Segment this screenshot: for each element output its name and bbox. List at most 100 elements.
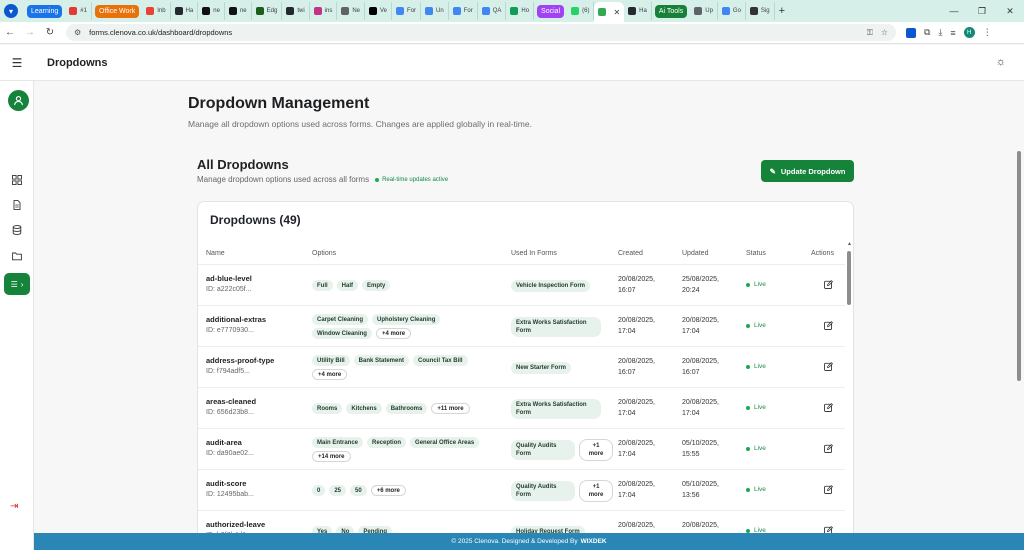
browser-tab[interactable]: For <box>449 2 478 20</box>
tab-search-icon[interactable]: ▾ <box>4 4 18 18</box>
menu-icon[interactable]: ☰ <box>0 56 34 70</box>
browser-tab[interactable]: (6) <box>567 2 595 20</box>
edit-icon[interactable] <box>823 484 834 495</box>
reload-icon[interactable]: ↻ <box>40 27 60 38</box>
option-chip: 25 <box>329 485 347 496</box>
site-info-icon[interactable]: ⚙ <box>74 28 81 37</box>
user-avatar[interactable] <box>8 90 29 111</box>
new-tab-icon[interactable]: + <box>779 5 785 17</box>
edit-icon[interactable] <box>823 279 834 290</box>
tab-group-social[interactable]: Social <box>537 4 565 18</box>
minimize-icon[interactable]: — <box>940 6 968 16</box>
options-cell: Utility Bill Bank Statement Council Tax Bi… <box>312 347 502 388</box>
url-text[interactable]: forms.clenova.co.uk/dashboard/dropdowns <box>89 28 859 37</box>
download-icon[interactable]: ⤓ <box>938 27 942 38</box>
browser-tab[interactable]: ne <box>198 2 225 20</box>
back-icon[interactable]: ← <box>0 27 20 38</box>
edit-icon[interactable] <box>823 361 834 372</box>
folder-icon <box>12 252 22 261</box>
browser-tab[interactable]: Sig <box>746 2 775 20</box>
created-date-text: 20/08/2025, <box>618 440 655 447</box>
browser-tab[interactable]: Edg <box>252 2 283 20</box>
updated-date-text: 20/08/2025, <box>682 358 719 365</box>
browser-tab[interactable]: #1 <box>65 2 92 20</box>
logout-icon[interactable]: ⇥ <box>10 501 18 512</box>
tab-group-ai-tools[interactable]: Ai Tools <box>654 4 688 18</box>
status-text: Live <box>754 281 766 288</box>
table-row[interactable]: audit-score ID: 12495bab... 0 25 50 +6 more Qu… <box>198 470 845 511</box>
more-options-chip[interactable]: +4 more <box>312 369 348 380</box>
status-badge: Live <box>746 363 766 370</box>
options-cell: Full Half Empty <box>312 265 502 306</box>
page-scrollbar[interactable] <box>1016 81 1022 498</box>
table-row[interactable]: ad-blue-level ID: a222c05f... Full Half Empt… <box>198 265 845 306</box>
more-options-chip[interactable]: +4 more <box>375 328 412 339</box>
table-row[interactable]: address-proof-type ID: f794adf5... Utility… <box>198 347 845 388</box>
forward-icon[interactable]: → <box>20 27 40 38</box>
browser-tab[interactable]: Up <box>690 2 718 20</box>
tab-group-learning[interactable]: Learning <box>27 4 63 18</box>
profile-avatar[interactable]: H <box>963 27 975 38</box>
key-icon[interactable]: ⚿ <box>867 28 873 38</box>
browser-tab[interactable]: QA <box>478 2 507 20</box>
browser-tab[interactable]: Un <box>421 2 449 20</box>
more-options-chip[interactable]: +11 more <box>431 403 470 414</box>
sidebar-item-files[interactable] <box>9 248 25 264</box>
browser-tab[interactable]: Ha <box>624 2 652 20</box>
browser-tab[interactable]: ins <box>310 2 338 20</box>
option-chip: Half <box>336 280 359 291</box>
table-row[interactable]: additional-extras ID: e7770930... Carpet C… <box>198 306 845 347</box>
update-dropdown-button[interactable]: ✎ Update Dropdown <box>761 160 854 182</box>
footer-brand[interactable]: WIXDEK <box>581 538 607 545</box>
edit-icon[interactable] <box>823 443 834 454</box>
browser-tab[interactable]: ne <box>225 2 252 20</box>
column-header-options: Options <box>312 250 337 257</box>
used-in-forms-cell: Holiday Request Form <box>511 511 613 534</box>
close-window-icon[interactable]: ✕ <box>996 6 1024 17</box>
puzzle-icon[interactable]: ⧉ <box>924 27 930 38</box>
created-time-text: 17:04 <box>618 328 636 335</box>
browser-tab-active[interactable]: ✕ <box>594 2 625 22</box>
browser-tab[interactable]: Ve <box>365 2 393 20</box>
youtube-icon <box>69 7 78 15</box>
media-icon[interactable]: ≡ <box>950 28 955 38</box>
column-header-updated: Updated <box>682 250 709 257</box>
browser-menu-icon[interactable]: ⋮ <box>983 27 992 38</box>
table-scrollbar-thumb[interactable] <box>847 251 851 305</box>
url-input[interactable]: ⚙ forms.clenova.co.uk/dashboard/dropdown… <box>66 24 896 41</box>
browser-tab[interactable]: Ne <box>337 2 366 20</box>
more-options-chip[interactable]: +14 more <box>312 451 351 462</box>
extension-icon[interactable] <box>906 27 916 38</box>
status-text: Live <box>754 322 766 329</box>
browser-tab[interactable]: Ho <box>506 2 535 20</box>
bookmark-star-icon[interactable]: ☆ <box>881 28 888 37</box>
close-tab-icon[interactable]: ✕ <box>613 8 620 17</box>
sun-icon[interactable]: ☼ <box>996 56 1006 68</box>
browser-tab[interactable]: Ha <box>171 2 199 20</box>
sidebar-item-data[interactable] <box>9 222 25 238</box>
browser-tab[interactable]: Go <box>718 2 746 20</box>
more-forms-chip[interactable]: +1 more <box>579 438 613 461</box>
table-row[interactable]: authorized-leaveID: b2f6b4d1...YesNoPend… <box>198 511 845 534</box>
more-options-chip[interactable]: +6 more <box>370 485 406 496</box>
sidebar-item-forms[interactable] <box>9 197 25 213</box>
edit-icon[interactable] <box>823 402 834 413</box>
more-forms-chip[interactable]: +1 more <box>579 479 613 502</box>
forms-icon <box>425 7 434 15</box>
live-dot-icon <box>746 487 750 492</box>
table-scrollbar[interactable]: ▲ <box>845 241 853 534</box>
browser-tab[interactable]: Inb <box>142 2 171 20</box>
table-row[interactable]: areas-cleaned ID: 656d23b8... Rooms Kitchen… <box>198 388 845 429</box>
page-scrollbar-thumb[interactable] <box>1017 151 1021 381</box>
app-header: ☰ Dropdowns ☼ <box>0 45 1024 81</box>
sidebar-item-dropdowns[interactable]: ☰ › <box>4 273 30 295</box>
browser-tab[interactable]: twi <box>282 2 310 20</box>
scroll-up-icon[interactable]: ▲ <box>847 241 852 247</box>
restore-icon[interactable]: ❐ <box>968 6 996 17</box>
sidebar-item-dashboard[interactable] <box>9 172 25 188</box>
tab-group-office-work[interactable]: Office Work <box>94 4 140 18</box>
edit-icon[interactable] <box>823 320 834 331</box>
table-row[interactable]: audit-area ID: da90ae02... Main Entrance Re… <box>198 429 845 470</box>
main-content: Dropdown Management Manage all dropdown … <box>34 81 1024 534</box>
browser-tab[interactable]: For <box>392 2 422 20</box>
